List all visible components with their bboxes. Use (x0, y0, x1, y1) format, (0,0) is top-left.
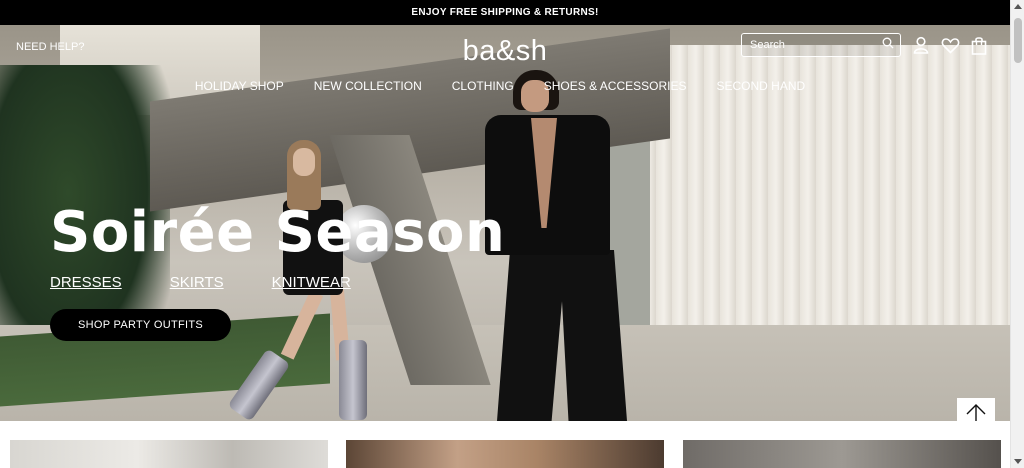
bag-icon[interactable] (969, 35, 989, 55)
scroll-down-icon[interactable] (1014, 459, 1022, 464)
promo-bar: ENJOY FREE SHIPPING & RETURNS! (0, 0, 1010, 25)
nav-item-new-collection[interactable]: NEW COLLECTION (314, 79, 422, 93)
scroll-up-icon[interactable] (1014, 4, 1022, 9)
category-tile[interactable] (346, 440, 664, 468)
search-icon[interactable] (882, 36, 894, 54)
main-nav: HOLIDAY SHOP NEW COLLECTION CLOTHING SHO… (0, 79, 1010, 93)
hero-category-links: DRESSES SKIRTS KNITWEAR (50, 274, 351, 291)
hero-link-dresses[interactable]: DRESSES (50, 274, 122, 291)
logo-text[interactable]: ba&sh (463, 35, 548, 67)
scrollbar-thumb[interactable] (1014, 18, 1022, 63)
nav-item-second-hand[interactable]: SECOND HAND (716, 79, 805, 93)
nav-item-holiday-shop[interactable]: HOLIDAY SHOP (195, 79, 284, 93)
account-icon[interactable] (911, 35, 931, 55)
nav-item-shoes-accessories[interactable]: SHOES & ACCESSORIES (544, 79, 687, 93)
category-tile[interactable] (683, 440, 1001, 468)
search-box[interactable] (741, 33, 901, 57)
product-tiles-row (0, 421, 1010, 468)
site-header: NEED HELP? ba&sh HOLIDAY SHOP NEW COLLEC… (0, 25, 1010, 105)
hero-model-man (485, 70, 635, 421)
hero-link-knitwear[interactable]: KNITWEAR (272, 274, 351, 291)
cta-label: SHOP PARTY OUTFITS (78, 319, 203, 331)
promo-text: ENJOY FREE SHIPPING & RETURNS! (411, 7, 599, 18)
wishlist-icon[interactable] (940, 35, 960, 55)
hero-link-skirts[interactable]: SKIRTS (170, 274, 224, 291)
search-input[interactable] (750, 39, 882, 51)
shop-party-outfits-button[interactable]: SHOP PARTY OUTFITS (50, 309, 231, 341)
nav-item-clothing[interactable]: CLOTHING (452, 79, 514, 93)
category-tile[interactable] (10, 440, 328, 468)
hero-title: Soirée Season (50, 200, 506, 265)
page-scrollbar[interactable] (1010, 0, 1024, 468)
